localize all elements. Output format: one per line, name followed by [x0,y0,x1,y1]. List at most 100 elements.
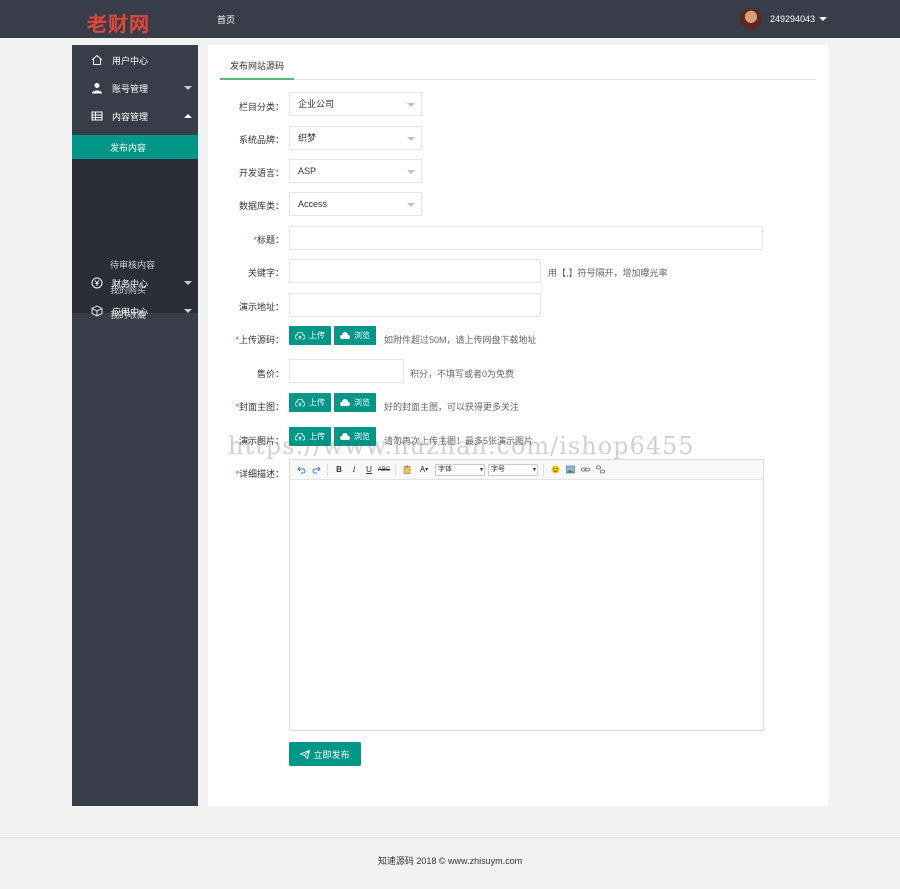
top-bar: 老财网 首页 249294043 [0,0,900,38]
brand-label: 系统品牌： [238,135,284,145]
chevron-down-icon [184,281,192,285]
cloud-upload-icon [295,331,305,340]
submenu-item-publish[interactable]: 发布内容 [72,135,198,159]
site-logo[interactable]: 老财网 [87,8,150,37]
sidebar-item-content[interactable]: 内容管理 [72,102,198,130]
bold-icon[interactable]: B [333,464,345,476]
title-input[interactable] [289,226,763,250]
font-color-icon[interactable]: A ▾ [416,464,432,476]
chevron-down-icon [184,86,192,90]
upload-cover-button[interactable]: 上传 [289,393,331,412]
publish-label: 立即发布 [313,749,350,760]
emoji-icon[interactable] [549,464,561,476]
chevron-down-icon [407,103,415,107]
sidebar-item-label: 财务中心 [112,278,149,289]
cloud-upload-icon [295,398,305,407]
upload-source-hint: 如附件超过50M，请上传网盘下载地址 [384,335,537,345]
watermark-text: https://www.huzhan.com/ishop6455 [228,432,695,460]
chevron-down-icon [184,309,192,313]
toolbar-divider [395,463,396,476]
editor-toolbar: B I U ABC A ▾ 字体 ▾ 字号 ▾ [290,460,763,480]
cube-icon [91,305,103,317]
font-family-value: 字体 [438,465,452,473]
browse-cover-button[interactable]: 浏览 [334,393,376,412]
category-value: 企业公司 [298,99,335,109]
sidebar-item-label: 用户中心 [112,55,149,66]
sidebar-item-label: 应用中心 [112,306,149,317]
user-icon [91,82,103,94]
category-select[interactable]: 企业公司 [289,92,422,116]
font-family-select[interactable]: 字体 ▾ [435,463,485,476]
keywords-input[interactable] [289,259,541,283]
browse-label: 浏览 [354,331,370,340]
footer: 知速源码 2018 © www.zhisuym.com [0,837,900,889]
username[interactable]: 249294043 [770,14,815,24]
link-icon[interactable] [579,464,591,476]
browse-label: 浏览 [354,398,370,407]
category-label: 栏目分类： [238,102,284,112]
home-icon [91,54,103,66]
nav-home-link[interactable]: 首页 [217,13,235,26]
rich-text-editor[interactable]: B I U ABC A ▾ 字体 ▾ 字号 ▾ [289,459,764,731]
publish-button[interactable]: 立即发布 [289,742,361,766]
brand-select[interactable]: 织梦 [289,126,422,150]
upload-label: 上传 [309,398,325,407]
sidebar-item-label: 内容管理 [112,111,149,122]
cover-label: *封面主图： [235,402,284,412]
publish-form-card: 发布网站源码 栏目分类： 企业公司 系统品牌： 织梦 开发语言： ASP 数据库… [208,45,828,806]
tab-publish-source[interactable]: 发布网站源码 [220,55,295,80]
paste-icon[interactable] [401,464,413,476]
brand-value: 织梦 [298,133,317,143]
database-select[interactable]: Access [289,192,422,216]
font-size-value: 字号 [491,465,505,473]
database-label: 数据库类： [238,201,284,211]
sidebar-item-label: 账号管理 [112,83,149,94]
cover-hint: 好的封面主图，可以获得更多关注 [384,402,520,412]
title-label: *标题： [253,235,284,245]
chevron-down-icon [407,137,415,141]
chevron-down-icon [407,170,415,174]
sidebar-item-account[interactable]: 账号管理 [72,74,198,102]
user-menu[interactable]: 249294043 [740,8,828,30]
tab-bar: 发布网站源码 [220,55,816,80]
price-label: 售价： [256,369,284,379]
chevron-down-icon[interactable] [819,17,828,21]
chevron-up-icon [184,114,192,118]
chevron-down-icon [407,203,415,207]
price-input[interactable] [289,359,404,383]
language-value: ASP [298,166,317,176]
demo-url-label: 演示地址： [238,302,284,312]
sidebar-item-apps[interactable]: 应用中心 [72,297,198,325]
upload-label: 上传 [309,331,325,340]
unlink-icon[interactable] [594,464,606,476]
sidebar-item-user-center[interactable]: 用户中心 [72,46,198,74]
upload-source-button[interactable]: 上传 [289,326,331,345]
cloud-icon [340,398,350,407]
price-hint: 积分，不填写或者0为免费 [410,369,515,379]
keywords-label: 关键字： [247,268,284,278]
strikethrough-icon[interactable]: ABC [378,464,390,476]
demo-url-input[interactable] [289,293,541,317]
yen-icon [91,277,103,289]
table-icon [91,110,103,122]
cloud-icon [340,331,350,340]
database-value: Access [298,199,328,209]
keywords-hint: 用【,】符号隔开，增加曝光率 [548,268,668,278]
language-label: 开发语言： [238,168,284,178]
redo-icon[interactable] [310,464,322,476]
toolbar-divider [543,463,544,476]
font-size-select[interactable]: 字号 ▾ [488,463,538,476]
toolbar-divider [327,463,328,476]
sidebar: 用户中心 账号管理 内容管理 发布内容 待审核内容 我的购买 我的收藏 财务中心… [72,45,198,806]
description-label: *详细描述： [235,469,284,479]
upload-source-label: *上传源码： [235,335,284,345]
image-icon[interactable] [564,464,576,476]
paper-plane-icon [300,749,311,759]
sidebar-item-finance[interactable]: 财务中心 [72,269,198,297]
avatar[interactable] [740,8,762,30]
italic-icon[interactable]: I [348,464,360,476]
language-select[interactable]: ASP [289,159,422,183]
browse-source-button[interactable]: 浏览 [334,326,376,345]
undo-icon[interactable] [295,464,307,476]
underline-icon[interactable]: U [363,464,375,476]
